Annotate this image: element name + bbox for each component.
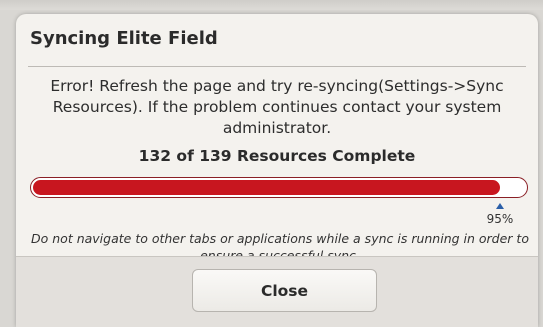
- progress-count: 132 of 139 Resources Complete: [138, 147, 416, 165]
- dialog-title: Syncing Elite Field: [30, 28, 218, 49]
- error-message: Error! Refresh the page and try re-synci…: [50, 77, 504, 137]
- background-window: [0, 0, 543, 10]
- progress-percent: 95%: [486, 212, 514, 226]
- progress-bar-fill: [33, 180, 500, 195]
- progress-bar: [30, 177, 528, 198]
- title-divider: [28, 66, 526, 67]
- close-button[interactable]: Close: [192, 269, 377, 312]
- progress-marker-icon: [496, 203, 504, 209]
- dialog-footer: Close: [16, 256, 538, 327]
- sync-dialog: Syncing Elite Field Error! Refresh the p…: [16, 14, 538, 327]
